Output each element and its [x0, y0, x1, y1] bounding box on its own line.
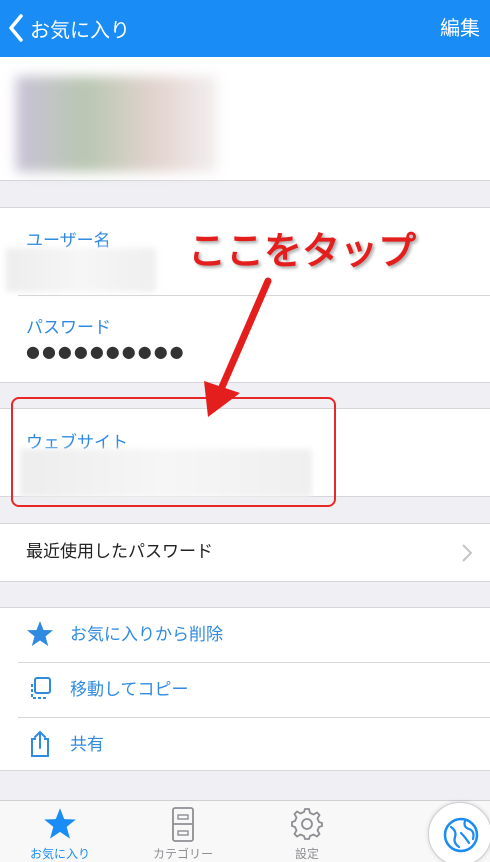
remove-favorite-button[interactable]: お気に入りから削除 [0, 608, 490, 662]
chevron-left-icon [9, 14, 23, 42]
highlight-box [11, 397, 336, 507]
globe-icon [443, 817, 479, 853]
tab-bar: お気に入り カテゴリー 設定 [0, 800, 490, 862]
edit-button[interactable]: 編集 [440, 10, 480, 46]
tab-categories[interactable]: カテゴリー [128, 801, 238, 862]
move-copy-button[interactable]: 移動してコピー [0, 663, 490, 717]
navigation-bar: お気に入り 編集 [0, 0, 490, 57]
chevron-right-icon [462, 544, 472, 562]
password-label: パスワード [26, 318, 111, 338]
annotation-text: ここをタップ [188, 229, 417, 273]
item-header [0, 57, 490, 181]
recent-passwords-row[interactable]: 最近使用したパスワード [0, 523, 490, 582]
star-icon [44, 808, 76, 839]
recent-passwords-label: 最近使用したパスワード [26, 542, 213, 562]
actions-card: お気に入りから削除 移動してコピー 共有 [0, 607, 490, 771]
tab-favorites-label: お気に入り [29, 847, 90, 861]
share-label: 共有 [70, 735, 104, 755]
annotation-arrow-icon [204, 277, 272, 417]
remove-favorite-label: お気に入りから削除 [70, 625, 223, 645]
tab-settings-label: 設定 [294, 847, 319, 861]
gear-icon [291, 808, 323, 840]
copy-icon [31, 677, 51, 699]
tab-categories-label: カテゴリー [152, 847, 213, 861]
browser-button[interactable] [428, 802, 490, 862]
tab-settings[interactable]: 設定 [252, 801, 362, 862]
share-button[interactable]: 共有 [0, 718, 490, 772]
move-copy-label: 移動してコピー [70, 680, 189, 700]
username-value-blurred [6, 248, 156, 292]
star-icon [27, 621, 53, 646]
blurred-thumbnail [16, 76, 217, 172]
cabinet-icon [172, 807, 194, 842]
back-button[interactable]: お気に入り [8, 10, 130, 46]
tab-favorites[interactable]: お気に入り [5, 801, 115, 862]
share-icon [31, 730, 49, 757]
password-value: ●●●●●●●●●● [26, 342, 186, 361]
back-label: お気に入り [30, 17, 130, 42]
